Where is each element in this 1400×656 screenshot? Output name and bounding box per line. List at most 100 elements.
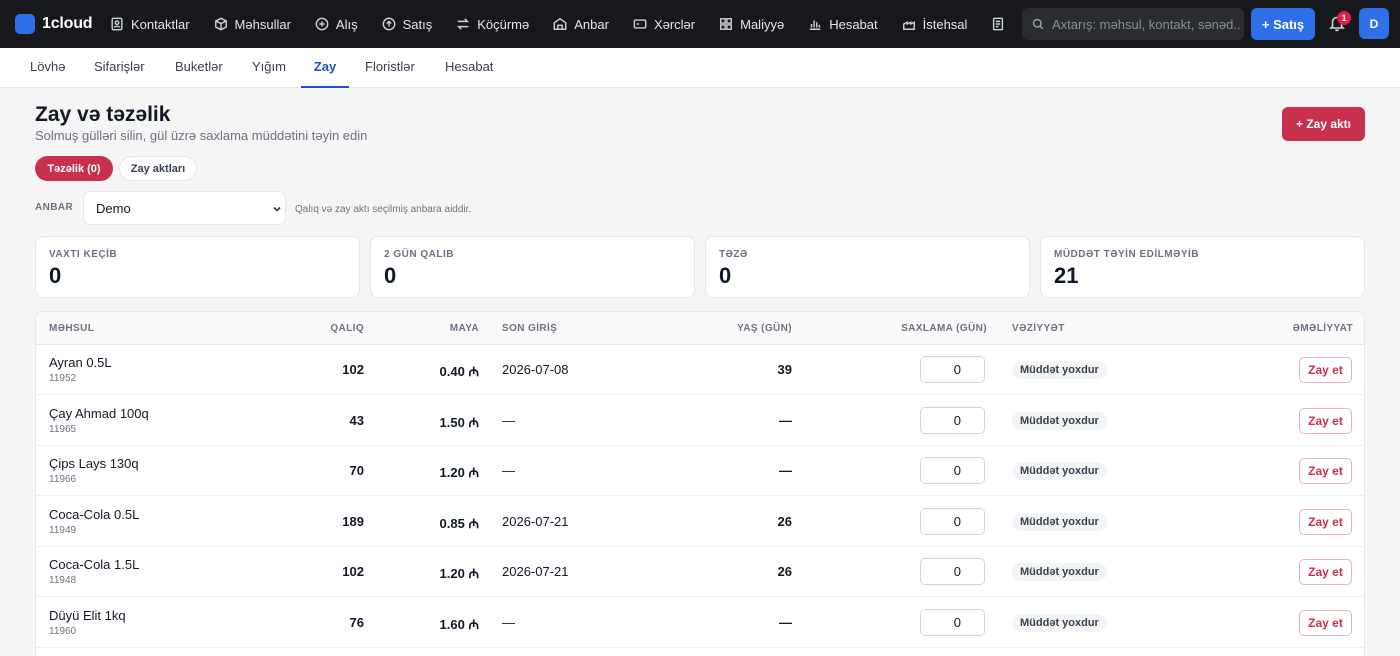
warehouse-label: ANBAR [35, 202, 74, 213]
last-entry-date: — [502, 463, 515, 478]
nav-item-more[interactable] [991, 17, 1012, 31]
stock-value: 102 [342, 362, 364, 377]
stat-card-fresh: TƏZƏ 0 [705, 236, 1030, 298]
nav-item-satis[interactable]: Satış [382, 17, 432, 32]
nav-item-maliyye[interactable]: Maliyyə [719, 17, 784, 32]
column-header-stock[interactable]: QALIQ [330, 323, 364, 334]
new-sale-button[interactable]: + Satış [1251, 8, 1315, 40]
shelf-life-input[interactable] [920, 507, 985, 535]
status-badge: Müddət yoxdur [1012, 361, 1107, 379]
warehouse-note: Qalıq və zay aktı seçilmiş anbara aiddir… [295, 204, 472, 215]
freshness-tab[interactable]: Təzəlik (0) [35, 156, 113, 181]
nav-item-anbar[interactable]: Anbar [553, 17, 609, 32]
nav-item-label: İstehsal [922, 16, 968, 32]
cost-value: 1.50 ₼ [439, 414, 479, 430]
nav-item-label: Anbar [574, 16, 609, 32]
shelf-life-input[interactable] [920, 457, 985, 484]
nav-item-label: Alış [335, 16, 358, 32]
stat-card-expired: VAXTI KEÇİB 0 [35, 236, 360, 298]
app-logo[interactable]: 1cloud [15, 14, 95, 34]
status-badge: Müddət yoxdur [1012, 563, 1107, 581]
tab-buketler[interactable]: Buketlər [175, 48, 223, 88]
nav-item-kontaktlar[interactable]: Kontaktlar [110, 17, 190, 32]
stat-label: MÜDDƏT TƏYİN EDİLMƏYİB [1054, 249, 1199, 260]
nav-item-istehsal[interactable]: İstehsal [902, 16, 968, 32]
cost-value: 1.20 ₼ [439, 566, 479, 581]
contacts-icon [111, 17, 123, 31]
search-input[interactable] [1052, 16, 1242, 32]
age-days-value: — [779, 412, 792, 428]
tab-yigim[interactable]: Yığım [252, 48, 286, 88]
product-name[interactable]: Coca-Cola 0.5L [49, 507, 139, 522]
last-entry-date: 2026-07-08 [502, 362, 569, 377]
product-name[interactable]: Ayran 0.5L [49, 355, 112, 370]
write-off-button[interactable]: Zay et [1299, 559, 1352, 585]
tab-floristler[interactable]: Floristlər [365, 48, 415, 88]
warehouse-select[interactable]: Demo [83, 191, 286, 225]
nav-item-alis[interactable]: Alış [315, 17, 358, 32]
tab-hesabat[interactable]: Hesabat [445, 48, 493, 88]
product-code: 11949 [49, 524, 77, 536]
page-title: Zay və təzəlik [35, 103, 171, 126]
table-row: Çips Lays 130q 11966 70 1.20 ₼ — — Müddət yoxd… [36, 446, 1364, 496]
tab-lovhe[interactable]: Lövhə [30, 48, 65, 88]
product-name[interactable]: Düyü Elit 1kq [49, 608, 126, 623]
product-name[interactable]: Coca-Cola 1.5L [49, 557, 139, 572]
product-code: 11966 [49, 474, 77, 485]
stat-value: 0 [384, 263, 397, 288]
stat-label: 2 GÜN QALIB [384, 249, 454, 260]
last-entry-date: — [502, 412, 515, 428]
app-name: 1cloud [42, 15, 93, 32]
write-off-button[interactable]: Zay et [1299, 407, 1352, 434]
main-menu: Kontaktlar Məhsullar Alış Satış Köçürmə … [110, 17, 1036, 32]
product-code: 11960 [49, 625, 77, 637]
nav-item-label: Köçürmə [477, 16, 530, 32]
column-header-last-entry[interactable]: SON GİRİŞ [502, 323, 557, 334]
age-days-value: 39 [777, 362, 792, 377]
write-off-acts-tab[interactable]: Zay aktları [119, 156, 197, 181]
write-off-button[interactable]: Zay et [1299, 508, 1352, 535]
write-off-button[interactable]: Zay et [1299, 458, 1352, 484]
last-entry-date: 2026-07-21 [502, 564, 569, 579]
tab-sifarisler[interactable]: Sifarişlər [94, 48, 145, 88]
new-write-off-act-button[interactable]: + Zay aktı [1282, 107, 1365, 141]
stock-value: 70 [349, 463, 364, 478]
column-header-actions: ƏMƏLİYYAT [1292, 323, 1353, 334]
product-code: 11948 [49, 575, 77, 586]
nav-item-label: Hesabat [829, 16, 878, 32]
column-header-cost[interactable]: MAYA [450, 323, 479, 334]
column-header-product[interactable]: MƏHSUL [49, 323, 94, 334]
global-search[interactable] [1022, 8, 1244, 40]
stat-value: 0 [49, 263, 62, 288]
sale-icon [382, 17, 395, 31]
notification-count-badge: 1 [1337, 11, 1351, 25]
nav-item-mehsullar[interactable]: Məhsullar [214, 17, 291, 32]
bar-chart-icon [809, 20, 821, 30]
nav-item-kocurme[interactable]: Köçürmə [456, 17, 529, 32]
age-days-value: 26 [777, 513, 792, 529]
cost-value: 1.20 ₼ [439, 465, 479, 480]
stat-label: VAXTI KEÇİB [49, 249, 118, 260]
shelf-life-input[interactable] [920, 558, 985, 585]
table-row: Çay Ahmad 100q 11965 43 1.50 ₼ — — Müddət yoxd… [36, 396, 1364, 446]
shelf-life-input[interactable] [920, 356, 985, 383]
user-avatar[interactable]: D [1359, 8, 1389, 39]
product-name[interactable]: Çips Lays 130q [49, 456, 139, 471]
column-header-shelf-life[interactable]: SAXLAMA (GÜN) [901, 323, 987, 334]
product-name[interactable]: Çay Ahmad 100q [49, 406, 149, 421]
nav-item-hesabat[interactable]: Hesabat [808, 16, 878, 32]
status-badge: Müddət yoxdur [1012, 462, 1107, 480]
column-header-age[interactable]: YAŞ (GÜN) [737, 323, 792, 334]
shelf-life-input[interactable] [920, 406, 985, 434]
nav-item-label: Maliyyə [740, 16, 785, 32]
warehouse-select-value: Demo [96, 200, 131, 216]
stat-value: 21 [1054, 263, 1079, 288]
column-header-status[interactable]: VƏZİYYƏT [1012, 323, 1065, 334]
write-off-button[interactable]: Zay et [1299, 357, 1352, 383]
tab-zay[interactable]: Zay [301, 48, 349, 88]
section-tabs: Lövhə Sifarişlər Buketlər Yığım Zay Flor… [0, 48, 1400, 88]
shelf-life-input[interactable] [920, 608, 985, 636]
write-off-button[interactable]: Zay et [1299, 609, 1352, 636]
nav-item-label: Məhsullar [234, 16, 291, 32]
nav-item-xercler[interactable]: Xərclər [633, 17, 695, 32]
